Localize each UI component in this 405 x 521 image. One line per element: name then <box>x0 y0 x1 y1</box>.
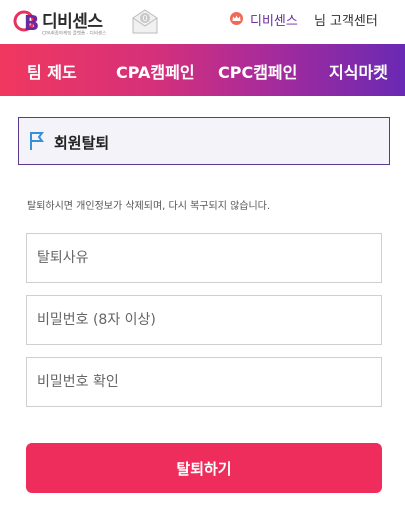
crown-icon <box>230 12 243 25</box>
password-input[interactable] <box>26 295 382 345</box>
site-header: B 디비센스 CPA최종마케팅 플랫폼 - 디비센스 0 디비센스 님 고객센터 <box>0 0 405 44</box>
nav-item-cpa-campaign[interactable]: CPA캠페인 <box>116 59 195 83</box>
logo-tagline: CPA최종마케팅 플랫폼 - 디비센스 <box>42 30 107 37</box>
mail-icon[interactable]: 0 <box>130 6 160 36</box>
flag-icon <box>30 132 44 150</box>
page-title: 회원탈퇴 <box>54 134 110 152</box>
site-logo[interactable]: B 디비센스 CPA최종마케팅 플랫폼 - 디비센스 <box>12 6 124 38</box>
withdraw-button[interactable]: 탈퇴하기 <box>26 443 382 493</box>
page-title-box: 회원탈퇴 <box>18 117 390 165</box>
svg-text:B: B <box>24 11 39 35</box>
logo-icon: B <box>13 10 39 35</box>
user-name-link[interactable]: 디비센스 <box>250 10 298 29</box>
main-nav: 팀 제도 CPA캠페인 CPC캠페인 지식마켓 <box>0 44 405 96</box>
support-link[interactable]: 고객센터 <box>330 10 378 29</box>
mail-badge: 0 <box>142 14 147 23</box>
password-confirm-input[interactable] <box>26 357 382 407</box>
nav-item-team-system[interactable]: 팀 제도 <box>27 59 77 83</box>
user-name-suffix: 님 <box>314 14 326 29</box>
nav-item-knowledge-market[interactable]: 지식마켓 <box>329 59 388 83</box>
withdrawal-notice: 탈퇴하시면 개인정보가 삭제되며, 다시 복구되지 않습니다. <box>27 201 271 212</box>
withdrawal-reason-input[interactable] <box>26 233 382 283</box>
nav-item-cpc-campaign[interactable]: CPC캠페인 <box>218 59 297 83</box>
logo-text: 디비센스 <box>42 12 103 32</box>
